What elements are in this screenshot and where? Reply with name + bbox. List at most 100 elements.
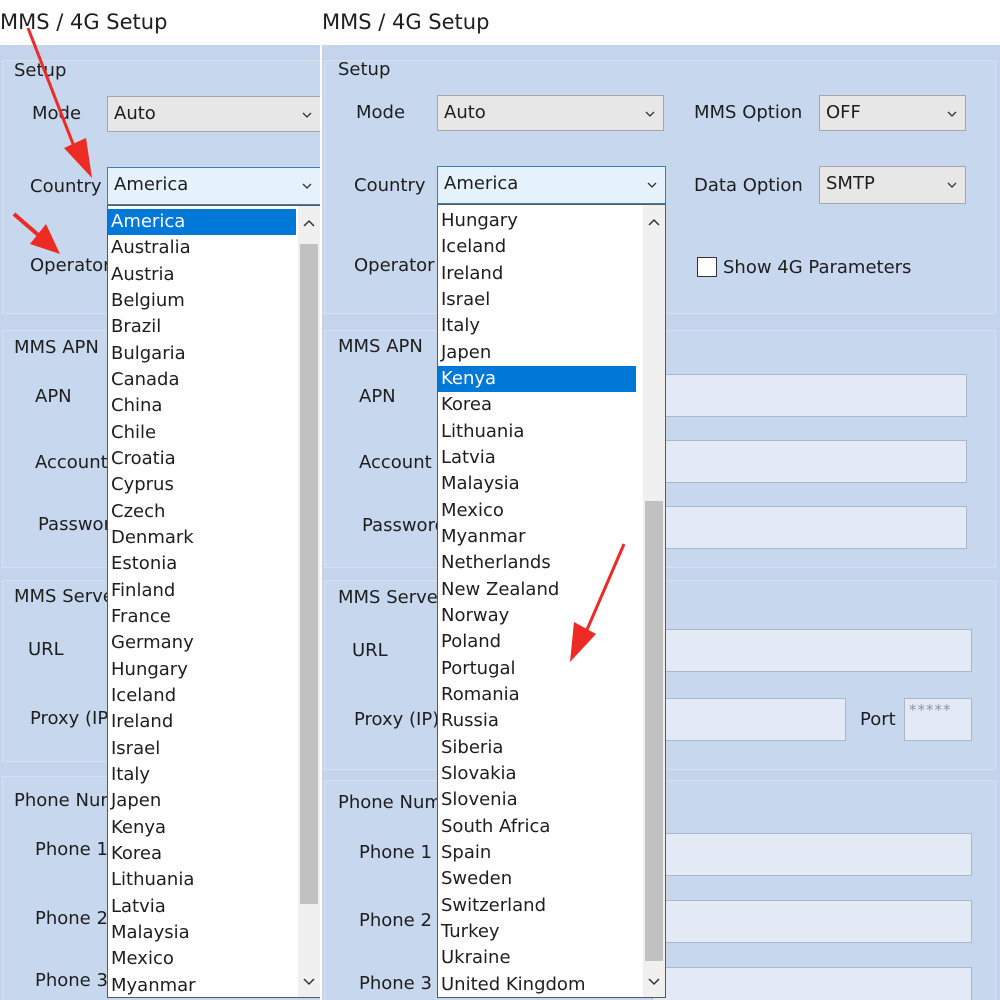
country-option[interactable]: Turkey [438,919,636,945]
chevron-down-icon [947,182,957,188]
country-option[interactable]: Romania [438,682,636,708]
country-option[interactable]: Myanmar [108,973,296,997]
country-option[interactable]: China [108,393,296,419]
country-option[interactable]: Myanmar [438,524,636,550]
country-option[interactable]: Finland [108,578,296,604]
country-option[interactable]: Korea [108,841,296,867]
password-input[interactable] [652,506,967,549]
phone2-label: Phone 2 [35,908,108,929]
data-option-select[interactable]: SMTP [819,166,966,204]
country-option[interactable]: Estonia [108,551,296,577]
country-option[interactable]: Hungary [108,657,296,683]
country-select[interactable]: America [107,167,320,205]
data-option-value: SMTP [826,173,875,194]
country-option[interactable]: Latvia [108,894,296,920]
scroll-down-arrow-icon[interactable] [302,975,316,989]
phone3-label: Phone 3 [359,973,432,994]
country-option[interactable]: Canada [108,367,296,393]
scrollbar[interactable] [643,205,665,997]
country-option[interactable]: Netherlands [438,550,636,576]
country-dropdown-list[interactable]: America Australia Austria Belgium Brazil Bulg… [107,205,320,998]
country-option[interactable]: Sweden [438,866,636,892]
country-option[interactable]: Mexico [108,946,296,972]
show-4g-checkbox[interactable] [697,257,717,277]
mode-select-value: Auto [114,103,156,124]
country-option[interactable]: Korea [438,392,636,418]
left-window: MMS / 4G Setup Setup Mode Auto Country A… [0,0,320,1000]
mode-select[interactable]: Auto [437,95,664,131]
country-option[interactable]: Belgium [108,288,296,314]
scroll-down-arrow-icon[interactable] [647,975,661,989]
port-input[interactable]: ***** [904,698,972,741]
country-option[interactable]: Iceland [108,683,296,709]
country-option[interactable]: Lithuania [438,419,636,445]
country-option[interactable]: Japen [108,788,296,814]
country-option[interactable]: Kenya [108,815,296,841]
country-option[interactable]: Austria [108,262,296,288]
scroll-up-arrow-icon[interactable] [302,216,316,230]
country-option[interactable]: Israel [438,287,636,313]
scrollbar-thumb[interactable] [300,244,318,904]
password-label: Password [362,515,447,536]
country-option[interactable]: Spain [438,840,636,866]
scrollbar-thumb[interactable] [645,501,663,961]
country-dropdown-list[interactable]: Hungary Iceland Ireland Israel Italy Japen Ken… [437,204,666,998]
country-option[interactable]: Mexico [438,498,636,524]
country-option[interactable]: Ireland [108,709,296,735]
country-option[interactable]: Ireland [438,261,636,287]
proxy-input[interactable] [652,698,846,741]
country-option[interactable]: Israel [108,736,296,762]
country-option[interactable]: Germany [108,630,296,656]
country-option[interactable]: America [108,209,296,235]
country-option[interactable]: Switzerland [438,893,636,919]
country-option[interactable]: Portugal [438,656,636,682]
phone1-input[interactable] [652,833,972,876]
country-option[interactable]: Cyprus [108,472,296,498]
phone1-label: Phone 1 [359,842,432,863]
country-option[interactable]: Brazil [108,314,296,340]
country-option[interactable]: Japen [438,340,636,366]
scroll-up-arrow-icon[interactable] [647,215,661,229]
country-option[interactable]: Italy [108,762,296,788]
country-option[interactable]: Malaysia [438,471,636,497]
country-option[interactable]: Norway [438,603,636,629]
account-input[interactable] [652,440,967,483]
scrollbar[interactable] [298,206,320,997]
country-option[interactable]: Croatia [108,446,296,472]
country-option[interactable]: Kenya [438,365,636,392]
country-option[interactable]: Poland [438,629,636,655]
mode-select[interactable]: Auto [107,96,320,132]
country-option[interactable]: South Africa [438,814,636,840]
proxy-label: Proxy (IP) [354,709,440,730]
country-option[interactable]: Ukraine [438,945,636,971]
country-option[interactable]: Australia [108,235,296,261]
country-option[interactable]: Siberia [438,735,636,761]
phone3-input[interactable] [652,967,972,1000]
country-option[interactable]: France [108,604,296,630]
country-option[interactable]: Bulgaria [108,341,296,367]
phone2-label: Phone 2 [359,910,432,931]
phone2-input[interactable] [652,900,972,943]
operator-label: Operator [30,255,111,276]
country-option[interactable]: Chile [108,420,296,446]
country-option[interactable]: Czech [108,499,296,525]
country-option[interactable]: Iceland [438,234,636,260]
country-option[interactable]: United Kingdom [438,972,636,997]
country-option[interactable]: Denmark [108,525,296,551]
country-option[interactable]: New Zealand [438,577,636,603]
country-option[interactable]: Lithuania [108,867,296,893]
mms-option-select[interactable]: OFF [819,95,966,131]
country-select[interactable]: America [437,166,666,204]
country-option[interactable]: Russia [438,708,636,734]
country-option[interactable]: Malaysia [108,920,296,946]
country-option[interactable]: Latvia [438,445,636,471]
mode-select-value: Auto [444,102,486,123]
country-option[interactable]: Slovakia [438,761,636,787]
url-input[interactable] [652,629,972,672]
country-option[interactable]: Hungary [438,208,636,234]
apn-input[interactable] [652,374,967,417]
operator-label: Operator [354,255,435,276]
country-option[interactable]: Italy [438,313,636,339]
country-option[interactable]: Slovenia [438,787,636,813]
url-label: URL [28,639,64,660]
